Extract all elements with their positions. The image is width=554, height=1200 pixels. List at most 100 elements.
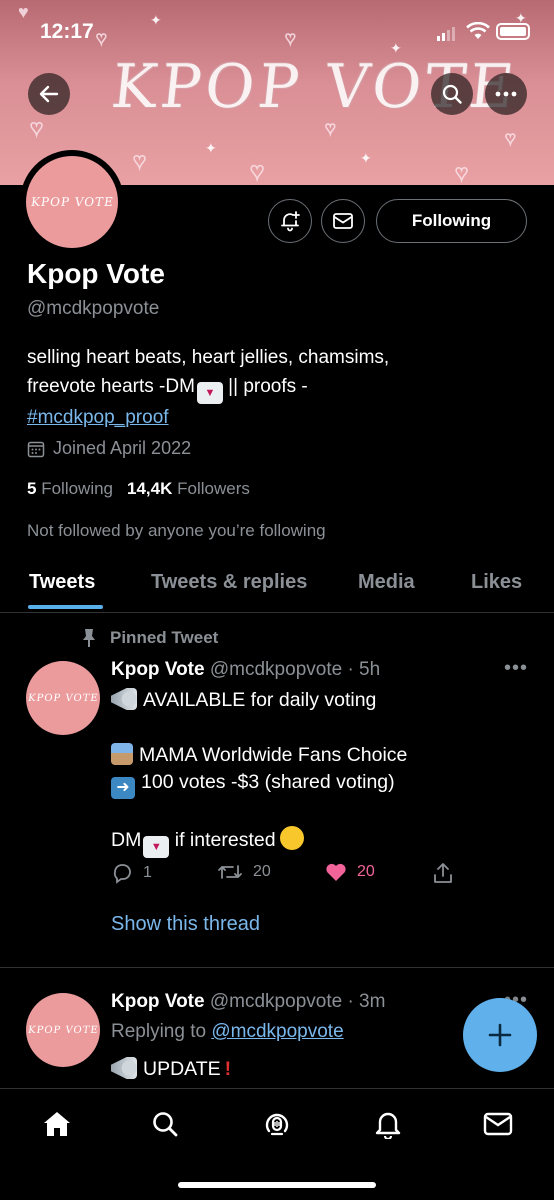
nav-home[interactable] [40, 1107, 74, 1141]
spaces-microphone-icon [265, 1113, 289, 1136]
nav-notifications[interactable] [371, 1107, 405, 1141]
retweet-button[interactable]: 20 [217, 862, 271, 882]
hugging-face-emoji-icon [279, 826, 304, 850]
retweet-icon [218, 865, 242, 879]
following-count-link[interactable]: 5 Following [27, 479, 113, 499]
tweet-header: Kpop Vote @mcdkpopvote · 5h [111, 659, 380, 681]
right-arrow-emoji-icon: ➜ [111, 777, 135, 799]
tweet-meta: @mcdkpopvote · 5h [209, 659, 381, 680]
following-count: 5 [27, 479, 37, 498]
sparkle-icon: ✦ [360, 150, 372, 166]
tweet-avatar[interactable]: KPOP VOTE [26, 661, 100, 735]
profile-avatar[interactable]: KPOP VOTE [20, 150, 124, 254]
more-options-button[interactable] [485, 73, 527, 115]
compose-tweet-button[interactable] [463, 998, 537, 1072]
tab-likes[interactable]: Likes [471, 571, 522, 594]
like-count: 20 [357, 863, 375, 880]
avatar: KPOP VOTE [26, 156, 118, 248]
mail-icon [333, 213, 353, 229]
wifi-icon [466, 22, 490, 39]
tab-tweets[interactable]: Tweets [29, 571, 95, 594]
tweet-more-icon[interactable]: ••• [504, 657, 528, 680]
following-label: Following [41, 479, 114, 498]
tweet-text: MAMA Worldwide Fans Choice [139, 744, 408, 766]
plus-icon [488, 1023, 512, 1047]
tweet-text: if interested [169, 829, 276, 851]
calendar-icon [27, 441, 45, 457]
nav-messages[interactable] [481, 1107, 515, 1141]
sparkle-icon: ✦ [205, 140, 217, 156]
tweet-avatar[interactable]: KPOP VOTE [26, 993, 100, 1067]
following-button[interactable]: Following [376, 199, 527, 243]
heart-decoration-icon: ♥ [29, 114, 44, 141]
tweet-text: DM [111, 829, 142, 851]
replying-to-handle-link[interactable]: @mcdkpopvote [211, 1021, 343, 1042]
avatar-logo-text: KPOP VOTE [26, 1024, 100, 1036]
nav-search[interactable] [148, 1107, 182, 1141]
tweet-meta: @mcdkpopvote · 3m [209, 991, 386, 1012]
active-tab-indicator [28, 605, 103, 609]
nav-spaces[interactable] [260, 1107, 294, 1141]
follow-counts: 5 Following 14,4K Followers [27, 479, 250, 499]
tweet-line: AVAILABLE for daily voting [111, 688, 376, 712]
message-button[interactable] [321, 199, 365, 243]
tweet-author[interactable]: Kpop Vote [111, 659, 205, 680]
ballot-box-emoji-icon [111, 743, 133, 765]
megaphone-emoji-icon [111, 1057, 137, 1079]
heart-decoration-icon: ♥ [454, 159, 469, 185]
tab-media[interactable]: Media [358, 571, 415, 594]
notifications-subscribe-button[interactable] [268, 199, 312, 243]
followers-label: Followers [177, 479, 250, 498]
like-button[interactable]: 20 [325, 862, 375, 882]
retweet-count: 20 [253, 863, 271, 880]
status-bar: 12:17 [0, 0, 554, 58]
megaphone-emoji-icon [111, 688, 137, 710]
replying-to-prefix: Replying to [111, 1021, 212, 1042]
profile-bio: selling heart beats, heart jellies, cham… [27, 344, 527, 432]
arrow-left-icon [39, 85, 59, 103]
avatar-logo-text: KPOP VOTE [26, 692, 100, 704]
heart-decoration-icon: ♥ [249, 157, 265, 185]
tweet-header: Kpop Vote @mcdkpopvote · 3m [111, 991, 385, 1013]
share-button[interactable] [433, 862, 453, 884]
mail-icon [483, 1112, 513, 1136]
tweet-line: MAMA Worldwide Fans Choice [111, 743, 407, 767]
exclamation-emoji-icon: ! [224, 1058, 232, 1080]
show-thread-link[interactable]: Show this thread [111, 913, 260, 936]
search-button[interactable] [431, 73, 473, 115]
home-indicator [178, 1182, 376, 1188]
more-horizontal-icon [495, 91, 517, 97]
tweet-author[interactable]: Kpop Vote [111, 991, 205, 1012]
pinned-tweet-label: Pinned Tweet [110, 628, 219, 647]
pinned-label: Pinned Tweet [80, 628, 218, 648]
search-icon [442, 84, 462, 104]
tab-tweets-and-replies[interactable]: Tweets & replies [151, 571, 307, 594]
bio-line: selling heart beats, heart jellies, cham… [27, 347, 390, 368]
tweet-divider [0, 967, 554, 968]
share-icon [434, 863, 452, 883]
status-time: 12:17 [40, 20, 94, 43]
joined-text: Joined April 2022 [53, 438, 192, 458]
reply-button[interactable]: 1 [111, 862, 152, 884]
followers-count: 14,4K [127, 479, 173, 498]
joined-date: Joined April 2022 [27, 438, 191, 459]
bio-hashtag-link[interactable]: #mcdkpop_proof [27, 407, 169, 428]
reply-icon [113, 864, 131, 884]
heart-decoration-icon: ♥ [504, 127, 516, 149]
heart-decoration-icon: ♥ [132, 147, 147, 174]
tweet-text: AVAILABLE for daily voting [143, 689, 377, 711]
envelope-arrow-emoji-icon: ▼ [196, 381, 223, 404]
profile-handle: @mcdkpopvote [27, 298, 160, 319]
signal-icon [437, 27, 455, 41]
home-icon [44, 1112, 70, 1136]
avatar-logo-text: KPOP VOTE [29, 195, 115, 209]
followers-count-link[interactable]: 14,4K Followers [127, 479, 250, 499]
not-followed-notice: Not followed by anyone you’re following [27, 521, 326, 540]
heart-filled-icon [326, 863, 346, 881]
battery-icon [496, 23, 530, 40]
tweet-line: ➜ 100 votes -$3 (shared voting) [111, 771, 395, 799]
search-icon [153, 1112, 178, 1137]
bell-icon [375, 1112, 401, 1139]
tweet-actions: 1 20 20 [111, 862, 461, 888]
back-button[interactable] [28, 73, 70, 115]
